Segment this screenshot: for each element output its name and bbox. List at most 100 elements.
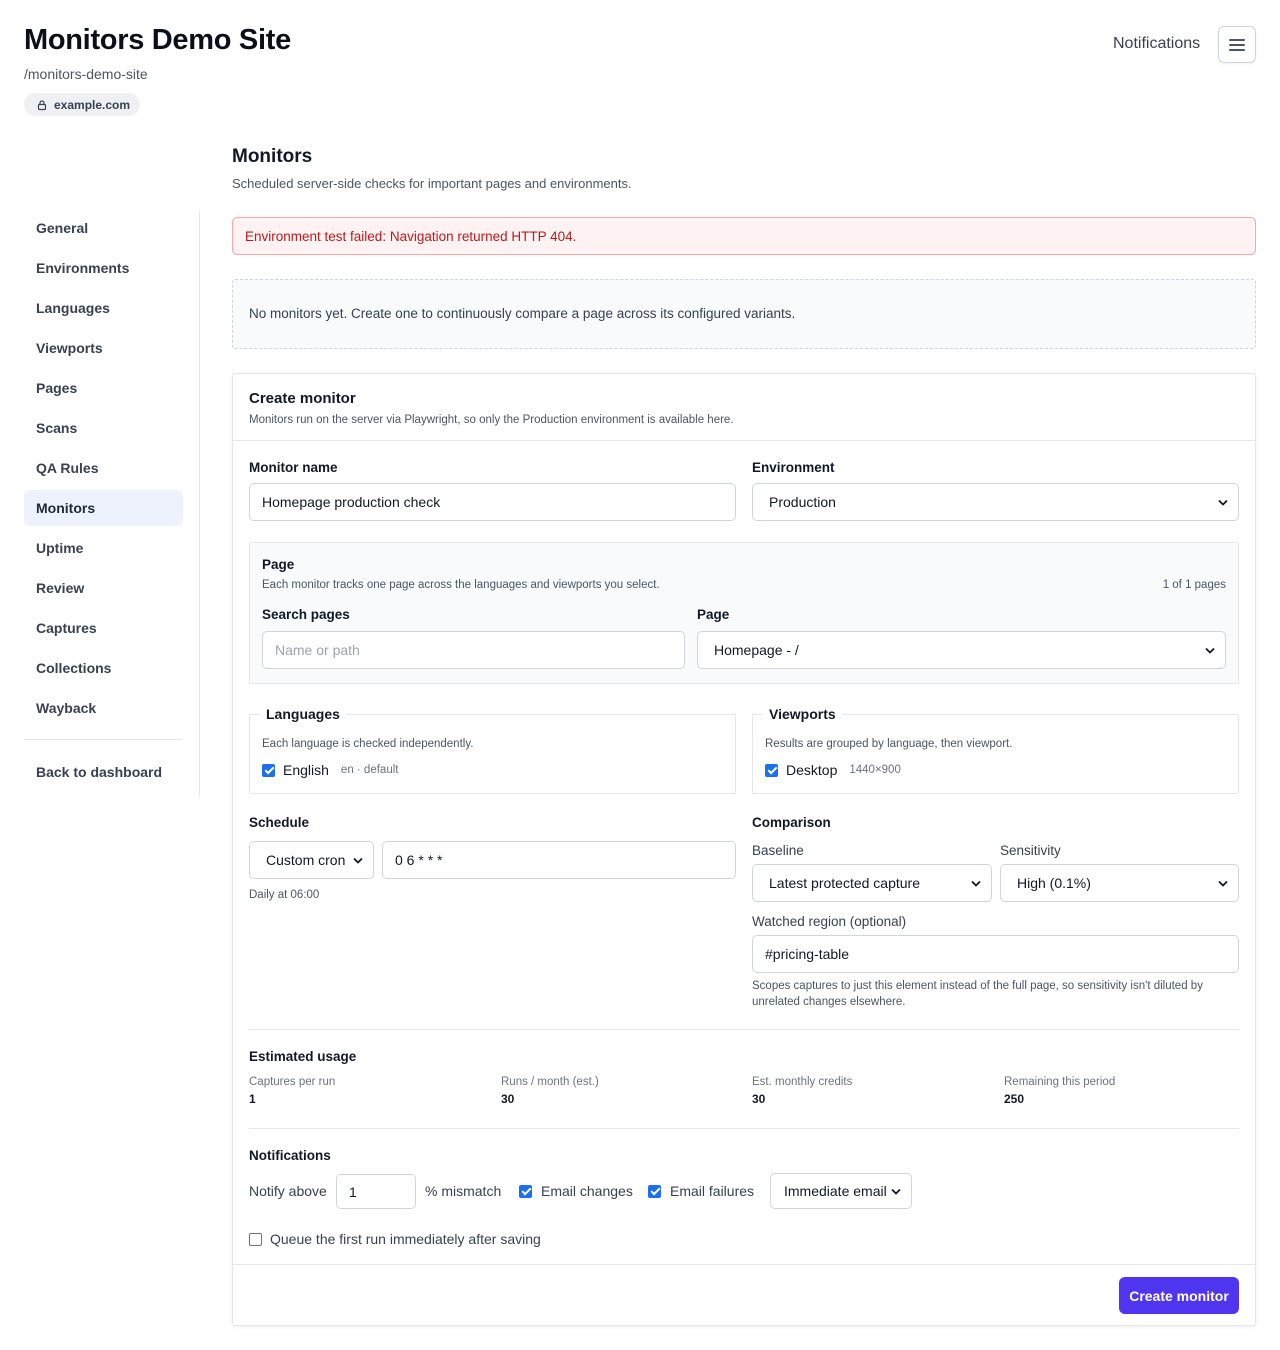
comparison-label: Comparison	[752, 815, 831, 830]
watched-region-input[interactable]: #pricing-table	[752, 935, 1239, 973]
schedule-mode-value: Custom cron	[266, 852, 346, 868]
queue-first-run-option[interactable]: Queue the first run immediately after sa…	[249, 1231, 541, 1247]
chevron-down-icon	[971, 880, 981, 887]
mismatch-suffix: % mismatch	[425, 1183, 502, 1199]
page-section-description: Each monitor tracks one page across the …	[262, 579, 660, 591]
chevron-down-icon	[891, 1188, 901, 1195]
viewports-fieldset: Viewports Results are grouped by languag…	[752, 706, 1239, 794]
error-alert: Environment test failed: Navigation retu…	[232, 217, 1256, 255]
card-header: Create monitor Monitors run on the serve…	[233, 374, 1255, 441]
sensitivity-label: Sensitivity	[1000, 843, 1061, 858]
sidebar-item-pages[interactable]: Pages	[24, 370, 183, 406]
usage-stat-label: Remaining this period	[1004, 1076, 1116, 1088]
environment-select[interactable]: Production	[752, 483, 1239, 521]
notifications-link[interactable]: Notifications	[1113, 35, 1200, 53]
sidebar-item-general[interactable]: General	[24, 210, 183, 246]
sidebar-item-languages[interactable]: Languages	[24, 290, 183, 326]
viewports-description: Results are grouped by language, then vi…	[765, 738, 1013, 750]
page-select-label: Page	[697, 607, 730, 622]
sidebar-item-wayback[interactable]: Wayback	[24, 690, 183, 726]
schedule-mode-select[interactable]: Custom cron	[249, 841, 374, 879]
sidebar-item-qa-rules[interactable]: QA Rules	[24, 450, 183, 486]
email-changes-option[interactable]: Email changes	[519, 1183, 633, 1199]
domain-badge: example.com	[24, 93, 141, 116]
schedule-label: Schedule	[249, 815, 310, 830]
languages-fieldset: Languages Each language is checked indep…	[249, 706, 736, 794]
watched-region-hint: Scopes captures to just this element ins…	[752, 980, 1203, 1008]
viewports-legend: Viewports	[763, 706, 842, 722]
create-monitor-button[interactable]: Create monitor	[1119, 1277, 1239, 1314]
chevron-down-icon	[1218, 880, 1228, 887]
sensitivity-value: High (0.1%)	[1017, 875, 1091, 891]
language-label: English	[283, 762, 329, 778]
languages-legend: Languages	[260, 706, 346, 722]
divider	[249, 1128, 1239, 1129]
notify-threshold-input[interactable]: 1	[336, 1174, 416, 1209]
email-changes-checkbox[interactable]	[519, 1184, 532, 1198]
chevron-down-icon	[353, 857, 363, 864]
search-pages-placeholder: Name or path	[275, 642, 360, 658]
search-pages-label: Search pages	[262, 607, 350, 622]
sidebar-item-review[interactable]: Review	[24, 570, 183, 606]
page-title: Monitors	[232, 146, 313, 167]
card-subtitle: Monitors run on the server via Playwrigh…	[249, 414, 734, 426]
search-pages-input[interactable]: Name or path	[262, 631, 685, 669]
sidebar-item-environments[interactable]: Environments	[24, 250, 183, 286]
usage-stat: Remaining this period 250	[1004, 1076, 1115, 1106]
sidebar-item-captures[interactable]: Captures	[24, 610, 183, 646]
language-option-english[interactable]: English en · default	[262, 762, 398, 778]
chevron-down-icon	[1205, 647, 1215, 654]
monitor-name-input[interactable]: Homepage production check	[249, 483, 736, 521]
sidebar-item-monitors[interactable]: Monitors	[24, 490, 183, 526]
baseline-select[interactable]: Latest protected capture	[752, 864, 992, 902]
queue-first-run-label: Queue the first run immediately after sa…	[270, 1231, 541, 1247]
usage-stat: Captures per run 1	[249, 1076, 335, 1106]
sidebar-item-viewports[interactable]: Viewports	[24, 330, 183, 366]
site-slug: /monitors-demo-site	[24, 66, 148, 82]
page-select-value: Homepage - /	[714, 642, 799, 658]
monitor-name-label: Monitor name	[249, 460, 338, 475]
notify-above-label: Notify above	[249, 1183, 327, 1199]
page-section-title: Page	[262, 557, 295, 572]
baseline-label: Baseline	[752, 843, 804, 858]
usage-stat-value: 30	[501, 1092, 515, 1106]
back-to-dashboard-link[interactable]: Back to dashboard	[24, 754, 183, 790]
languages-description: Each language is checked independently.	[262, 738, 474, 750]
sensitivity-select[interactable]: High (0.1%)	[1000, 864, 1239, 902]
viewport-label: Desktop	[786, 762, 838, 778]
english-checkbox[interactable]	[262, 763, 275, 777]
chevron-down-icon	[1218, 499, 1228, 506]
environment-value: Production	[769, 494, 836, 510]
usage-stat-label: Captures per run	[249, 1076, 336, 1088]
card-title: Create monitor	[249, 390, 356, 407]
usage-stat-value: 30	[752, 1092, 766, 1106]
cron-value: 0 6 * * *	[395, 852, 443, 868]
usage-stat: Est. monthly credits 30	[752, 1076, 852, 1106]
usage-stat-value: 1	[249, 1092, 256, 1106]
sidebar-item-collections[interactable]: Collections	[24, 650, 183, 686]
usage-stat-label: Est. monthly credits	[752, 1076, 853, 1088]
delivery-select[interactable]: Immediate email	[770, 1173, 912, 1209]
page-count: 1 of 1 pages	[1162, 579, 1226, 591]
nav-divider	[24, 739, 182, 740]
viewport-option-desktop[interactable]: Desktop 1440×900	[765, 762, 901, 778]
page-select[interactable]: Homepage - /	[697, 631, 1226, 669]
notifications-title: Notifications	[249, 1148, 331, 1163]
cron-input[interactable]: 0 6 * * *	[382, 841, 736, 879]
queue-first-run-checkbox[interactable]	[249, 1232, 262, 1246]
desktop-checkbox[interactable]	[765, 763, 778, 777]
divider	[249, 1029, 1239, 1030]
create-monitor-card: Create monitor Monitors run on the serve…	[232, 373, 1256, 1326]
email-failures-option[interactable]: Email failures	[648, 1183, 754, 1199]
environment-label: Environment	[752, 460, 835, 475]
sidebar-item-scans[interactable]: Scans	[24, 410, 183, 446]
usage-stat-value: 250	[1004, 1092, 1025, 1106]
domain-label: example.com	[54, 97, 131, 112]
menu-button[interactable]	[1218, 26, 1256, 63]
viewport-meta: 1440×900	[849, 764, 901, 776]
language-meta: en · default	[340, 764, 399, 776]
page-panel: Page Each monitor tracks one page across…	[249, 542, 1239, 684]
email-failures-checkbox[interactable]	[648, 1184, 661, 1198]
usage-stat-label: Runs / month (est.)	[501, 1076, 599, 1088]
sidebar-item-uptime[interactable]: Uptime	[24, 530, 183, 566]
